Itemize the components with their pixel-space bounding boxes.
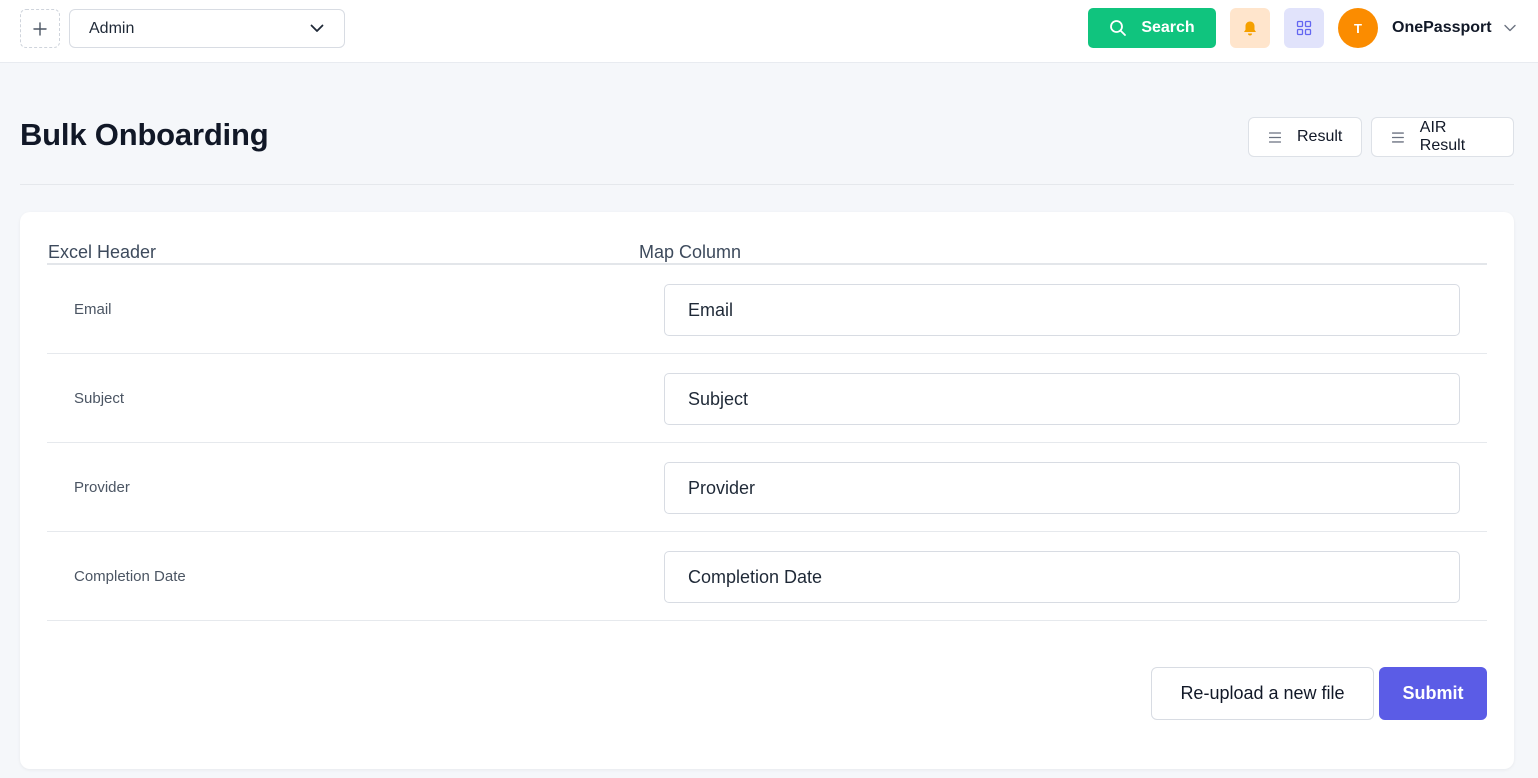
page-title: Bulk Onboarding [20, 117, 269, 152]
reupload-button[interactable]: Re-upload a new file [1151, 667, 1374, 720]
chevron-down-icon [1503, 24, 1516, 32]
result-button-label: Result [1297, 128, 1343, 145]
role-select-value: Admin [89, 19, 135, 37]
excel-header-cell: Subject [74, 390, 125, 407]
map-column-select-provider[interactable]: Provider [664, 462, 1460, 514]
result-button[interactable]: Result [1248, 117, 1362, 157]
menu-lines-icon [1269, 131, 1281, 143]
bell-icon [1244, 21, 1256, 35]
search-icon [1110, 20, 1127, 36]
top-bar: Admin Search T OnePassport [0, 0, 1538, 63]
air-result-button-label: AIR Result [1419, 119, 1466, 154]
user-chevron [1503, 24, 1516, 32]
map-column-select-email[interactable]: Email [664, 284, 1460, 336]
air-result-button[interactable]: AIR Result [1371, 117, 1514, 157]
excel-header-cell: Completion Date [74, 568, 186, 585]
map-column-select-completion-date[interactable]: Completion Date [664, 551, 1460, 603]
menu-lines-icon [1392, 131, 1404, 143]
table-row: Subject Subject [47, 354, 1487, 443]
role-select[interactable]: Admin [69, 9, 345, 48]
grid-icon [1296, 20, 1312, 36]
table-row: Completion Date Completion Date [47, 532, 1487, 621]
column-header-excel: Excel Header [48, 242, 157, 262]
search-button[interactable]: Search [1088, 8, 1216, 48]
excel-header-cell: Email [74, 301, 112, 318]
excel-header-cell: Provider [74, 479, 130, 496]
map-column-select-subject[interactable]: Subject [664, 373, 1460, 425]
search-button-label: Search [1141, 19, 1195, 36]
user-name: OnePassport [1392, 19, 1492, 36]
apps-button[interactable] [1284, 8, 1324, 48]
header-divider [20, 184, 1514, 185]
column-header-map: Map Column [639, 242, 742, 262]
notifications-button[interactable] [1230, 8, 1270, 48]
plus-icon [33, 21, 47, 36]
submit-button[interactable]: Submit [1379, 667, 1487, 720]
mapping-card: Excel Header Map Column Email Email Subj… [20, 212, 1514, 769]
chevron-down-icon [310, 24, 324, 32]
table-row: Email Email [47, 265, 1487, 354]
add-button[interactable] [20, 9, 60, 48]
table-row: Provider Provider [47, 443, 1487, 532]
avatar: T [1338, 8, 1378, 48]
user-menu[interactable]: T OnePassport [1338, 8, 1518, 48]
